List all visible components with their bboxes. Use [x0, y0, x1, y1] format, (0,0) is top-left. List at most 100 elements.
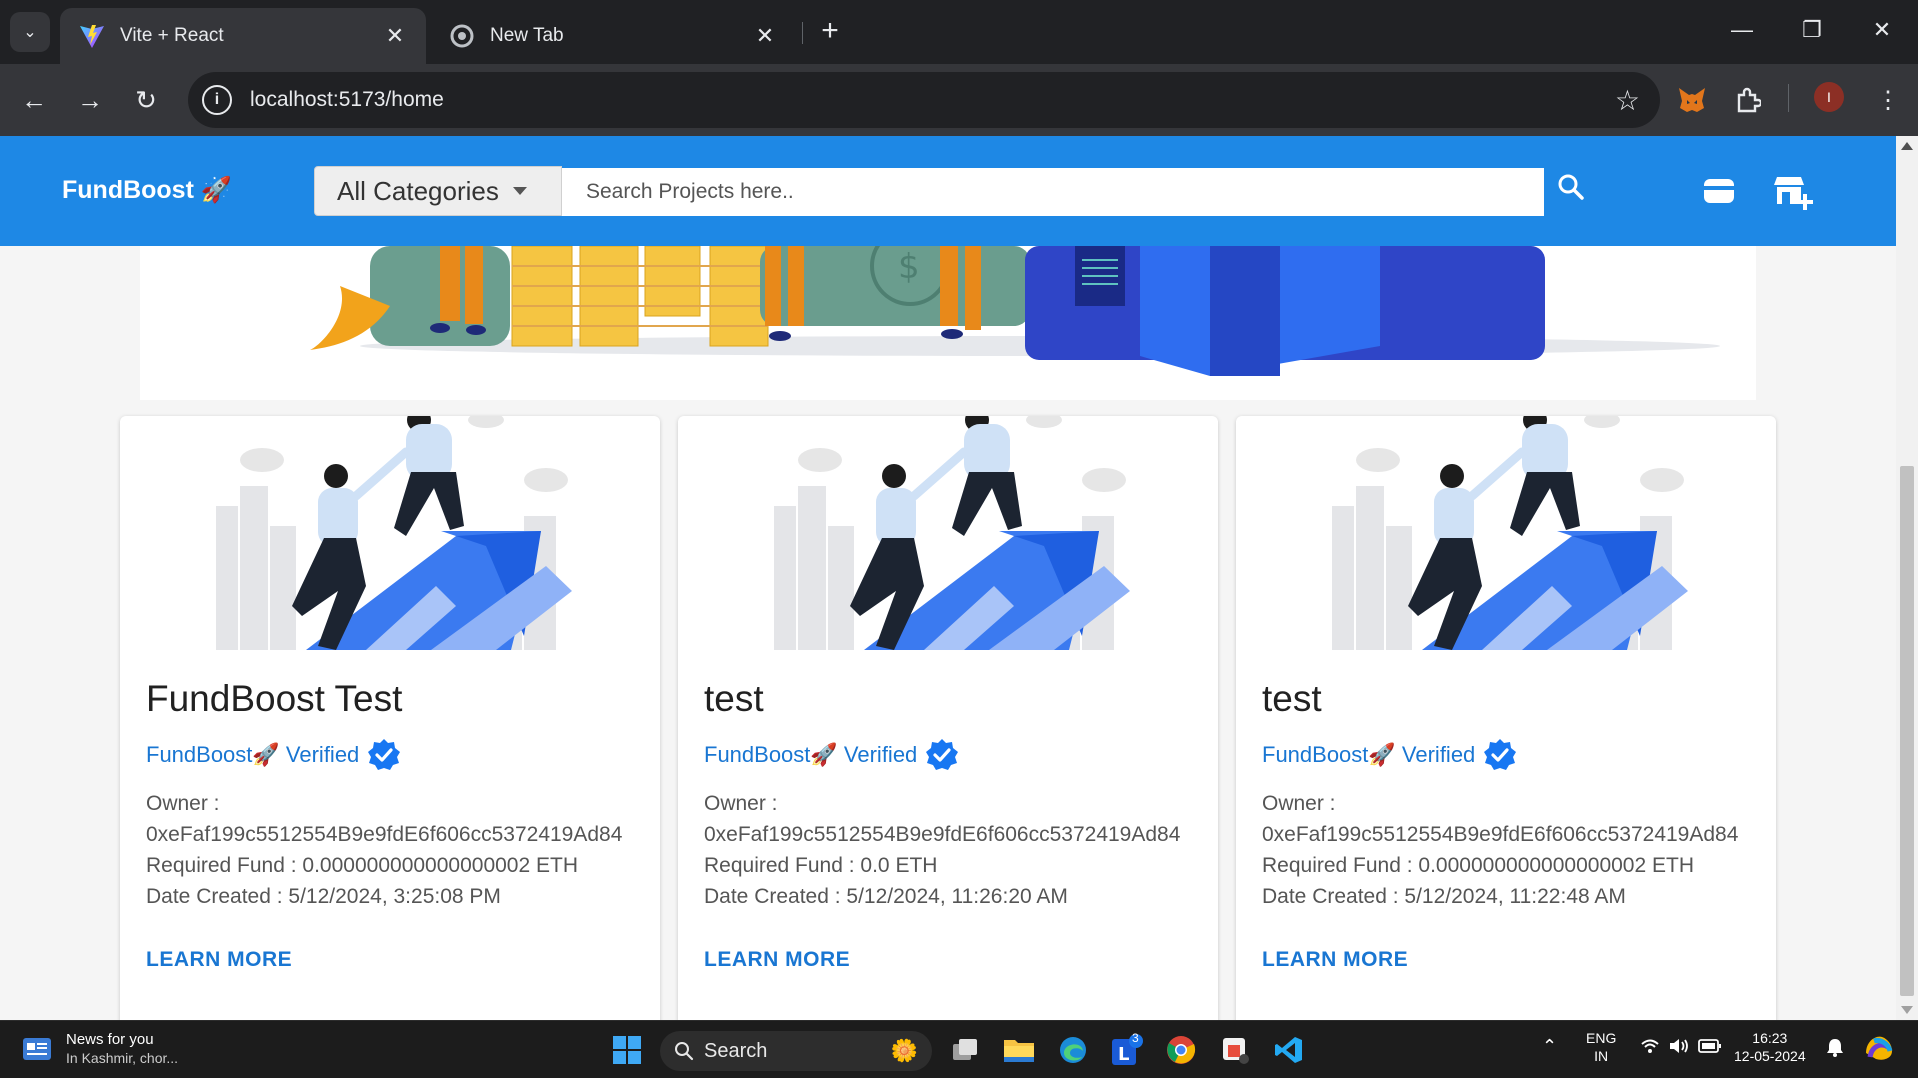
edge-icon[interactable]: [1056, 1033, 1090, 1067]
url-text[interactable]: localhost:5173/home: [250, 88, 1615, 112]
tab-search-button[interactable]: ⌄: [10, 12, 50, 52]
language-indicator[interactable]: ENG IN: [1586, 1029, 1616, 1065]
app-bar: FundBoost 🚀 All Categories: [0, 136, 1896, 246]
clock-time: 16:23: [1752, 1030, 1788, 1046]
toolbar-separator: [1788, 84, 1789, 112]
chrome-icon: [448, 22, 476, 50]
restore-button[interactable]: ❐: [1782, 10, 1842, 50]
wallet-icon[interactable]: [1702, 176, 1736, 206]
vite-logo-icon: [78, 22, 106, 50]
verified-check-icon: [368, 739, 401, 770]
svg-text:L: L: [1118, 1044, 1129, 1065]
date-created: Date Created : 5/12/2024, 11:22:48 AM: [1262, 885, 1626, 908]
volume-icon[interactable]: [1668, 1037, 1690, 1059]
minimize-button[interactable]: —: [1712, 10, 1772, 50]
owner-label: Owner :: [146, 792, 220, 815]
address-bar[interactable]: i localhost:5173/home ☆: [188, 72, 1660, 128]
svg-text:$: $: [898, 247, 920, 287]
project-card: FundBoost Test FundBoost🚀 Verified Owner…: [120, 416, 660, 1020]
add-project-icon[interactable]: [1774, 174, 1814, 210]
metamask-icon[interactable]: [1674, 82, 1710, 118]
tab-new-tab[interactable]: New Tab ✕: [430, 8, 796, 64]
project-title: FundBoost Test: [146, 678, 403, 719]
search-input[interactable]: [562, 168, 1544, 216]
close-icon[interactable]: ✕: [752, 23, 778, 49]
search-icon[interactable]: [1556, 172, 1592, 208]
project-thumbnail: [764, 416, 1130, 650]
notification-badge: 3: [1132, 1031, 1139, 1045]
reload-button[interactable]: ↻: [126, 80, 166, 120]
verified-badge: FundBoost🚀 Verified: [1262, 738, 1517, 772]
notification-bell-icon[interactable]: [1826, 1037, 1844, 1061]
close-icon[interactable]: ✕: [382, 23, 408, 49]
search-icon: [675, 1042, 694, 1061]
back-button[interactable]: ←: [14, 80, 54, 120]
project-thumbnail: [1322, 416, 1688, 650]
news-icon: [23, 1037, 51, 1060]
hero-illustration: $: [310, 246, 1720, 376]
site-info-icon[interactable]: i: [202, 85, 232, 115]
chevron-up-icon[interactable]: ⌃: [1542, 1037, 1557, 1055]
file-explorer-icon[interactable]: [1002, 1033, 1036, 1067]
owner-address: 0xeFaf199c5512554B9e9fdE6f606cc5372419Ad…: [146, 823, 623, 846]
news-title: News for you: [66, 1031, 154, 1048]
rocket-icon: 🚀: [200, 176, 233, 204]
clock[interactable]: 16:23 12-05-2024: [1734, 1029, 1806, 1065]
owner-address: 0xeFaf199c5512554B9e9fdE6f606cc5372419Ad…: [704, 823, 1181, 846]
tab-strip: ⌄ Vite + React ✕ New Tab ✕ + — ❐ ✕: [0, 0, 1918, 64]
project-card: test FundBoost🚀 Verified Owner : 0xeFaf1…: [1236, 416, 1776, 1020]
scroll-up-arrow-icon[interactable]: [1901, 142, 1913, 150]
tab-title: New Tab: [490, 25, 564, 46]
clock-date: 12-05-2024: [1734, 1048, 1806, 1064]
brand-logo[interactable]: FundBoost 🚀: [62, 176, 232, 205]
search-group: All Categories: [314, 166, 1544, 216]
copilot-icon[interactable]: [1862, 1031, 1896, 1069]
owner-address: 0xeFaf199c5512554B9e9fdE6f606cc5372419Ad…: [1262, 823, 1739, 846]
learn-more-button[interactable]: LEARN MORE: [704, 948, 850, 972]
date-created: Date Created : 5/12/2024, 11:26:20 AM: [704, 885, 1068, 908]
caret-down-icon: [512, 187, 527, 195]
news-subtitle: In Kashmir, chor...: [66, 1050, 179, 1066]
close-window-button[interactable]: ✕: [1852, 10, 1912, 50]
language-top: ENG: [1586, 1030, 1617, 1046]
lichess-app-icon[interactable]: L 3: [1110, 1031, 1144, 1067]
scrollbar-thumb[interactable]: [1900, 466, 1914, 996]
task-view-icon[interactable]: [948, 1033, 982, 1067]
verified-label: FundBoost🚀 Verified: [146, 742, 360, 767]
wifi-icon[interactable]: [1640, 1037, 1660, 1059]
page-scrollbar[interactable]: [1896, 136, 1918, 1020]
required-fund: Required Fund : 0.000000000000000002 ETH: [146, 854, 578, 877]
snipping-tool-icon[interactable]: [1218, 1033, 1252, 1067]
category-select-value: All Categories: [337, 175, 499, 206]
bookmark-star-icon[interactable]: ☆: [1615, 84, 1640, 117]
required-fund: Required Fund : 0.0 ETH: [704, 854, 938, 877]
browser-toolbar: ← → ↻ i localhost:5173/home ☆ ⋮: [0, 64, 1918, 136]
news-widget[interactable]: News for you In Kashmir, chor...: [22, 1031, 178, 1066]
tab-vite-react[interactable]: Vite + React ✕: [60, 8, 426, 64]
verified-badge: FundBoost🚀 Verified: [146, 738, 401, 772]
windows-start-icon[interactable]: [610, 1033, 644, 1067]
new-tab-button[interactable]: +: [812, 14, 848, 50]
scroll-down-arrow-icon[interactable]: [1901, 1006, 1913, 1014]
required-fund: Required Fund : 0.000000000000000002 ETH: [1262, 854, 1694, 877]
owner-label: Owner :: [1262, 792, 1336, 815]
extensions-icon[interactable]: [1730, 82, 1766, 118]
learn-more-button[interactable]: LEARN MORE: [1262, 948, 1408, 972]
owner-label: Owner :: [704, 792, 778, 815]
page-viewport: FundBoost 🚀 All Categories Search Projec…: [0, 136, 1918, 1020]
project-thumbnail: [206, 416, 572, 650]
category-select[interactable]: All Categories: [314, 166, 562, 216]
vscode-icon[interactable]: [1272, 1033, 1306, 1067]
forward-button[interactable]: →: [70, 80, 110, 120]
battery-icon[interactable]: [1698, 1038, 1722, 1058]
date-created: Date Created : 5/12/2024, 3:25:08 PM: [146, 885, 501, 908]
kebab-menu-icon[interactable]: ⋮: [1870, 82, 1906, 118]
brand-name: FundBoost: [62, 176, 194, 204]
verified-label: FundBoost🚀 Verified: [704, 742, 918, 767]
learn-more-button[interactable]: LEARN MORE: [146, 948, 292, 972]
profile-avatar[interactable]: I: [1814, 82, 1844, 112]
taskbar-search[interactable]: Search 🌼: [660, 1031, 932, 1071]
chrome-icon[interactable]: [1164, 1033, 1198, 1067]
project-card: test FundBoost🚀 Verified Owner : 0xeFaf1…: [678, 416, 1218, 1020]
tab-separator: [802, 22, 803, 44]
